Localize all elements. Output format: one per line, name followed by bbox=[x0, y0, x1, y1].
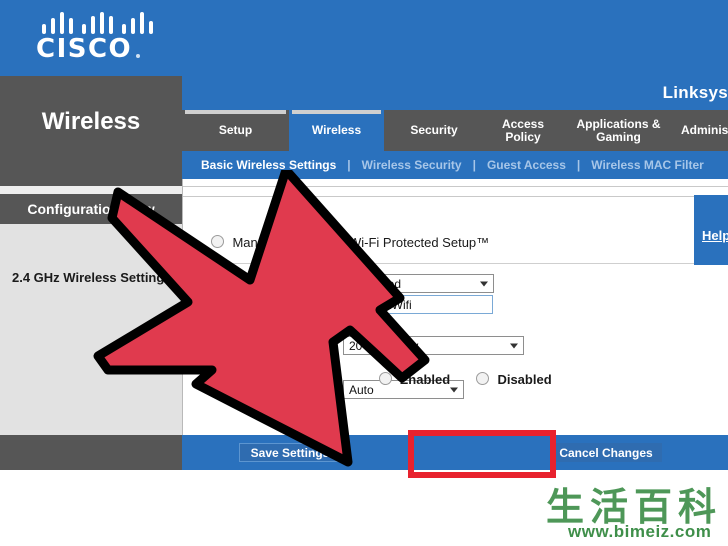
tab-label: Administration bbox=[681, 123, 728, 137]
cisco-wordmark: CISCO bbox=[36, 34, 133, 64]
page-title: Wireless bbox=[41, 108, 141, 135]
chevron-down-icon bbox=[480, 281, 488, 286]
tab-label: Setup bbox=[218, 123, 253, 137]
tab-setup[interactable]: Setup bbox=[182, 110, 289, 151]
tab-applications-gaming[interactable]: Applications & Gaming bbox=[562, 110, 675, 151]
tab-cap bbox=[185, 110, 286, 114]
cancel-changes-label: Cancel Changes bbox=[559, 445, 653, 460]
annotation-arrow-icon bbox=[93, 170, 430, 467]
cisco-logo: CISCO bbox=[28, 8, 178, 70]
cisco-header-bar: CISCO bbox=[0, 0, 728, 76]
cisco-logo-dot bbox=[136, 54, 140, 58]
subtab-separator: | bbox=[576, 158, 581, 172]
tab-access-policy[interactable]: Access Policy bbox=[484, 110, 562, 151]
radio-disabled-label: Disabled bbox=[497, 372, 552, 387]
tab-label: Security bbox=[410, 123, 458, 137]
tab-label: Wireless bbox=[311, 123, 362, 137]
chevron-down-icon bbox=[510, 343, 518, 348]
tab-security[interactable]: Security bbox=[384, 110, 484, 151]
help-link[interactable]: Help bbox=[702, 228, 728, 243]
tab-wireless[interactable]: Wireless bbox=[289, 110, 384, 151]
main-tab-strip: Setup Wireless Security Access Policy Ap… bbox=[182, 110, 728, 151]
tab-label: Applications & Gaming bbox=[576, 116, 661, 144]
product-name: Linksys bbox=[662, 83, 728, 102]
cancel-changes-button[interactable]: Cancel Changes bbox=[550, 443, 662, 462]
watermark: 生活百科 www.bimeiz.com bbox=[540, 478, 728, 546]
subtab-wireless-mac-filter[interactable]: Wireless MAC Filter bbox=[591, 158, 704, 172]
subtab-guest-access[interactable]: Guest Access bbox=[487, 158, 566, 172]
watermark-url: www.bimeiz.com bbox=[568, 522, 712, 541]
tab-administration[interactable]: Administration bbox=[675, 110, 728, 151]
screenshot-root: CISCO Wireless Configuration View 2.4 GH… bbox=[0, 0, 728, 546]
tab-cap bbox=[292, 110, 381, 114]
radio-disabled[interactable] bbox=[475, 372, 489, 385]
product-brand-bar: Linksys bbox=[182, 76, 728, 110]
cisco-bridge-bars-icon bbox=[42, 10, 162, 34]
tab-label: Access Policy bbox=[501, 116, 545, 144]
